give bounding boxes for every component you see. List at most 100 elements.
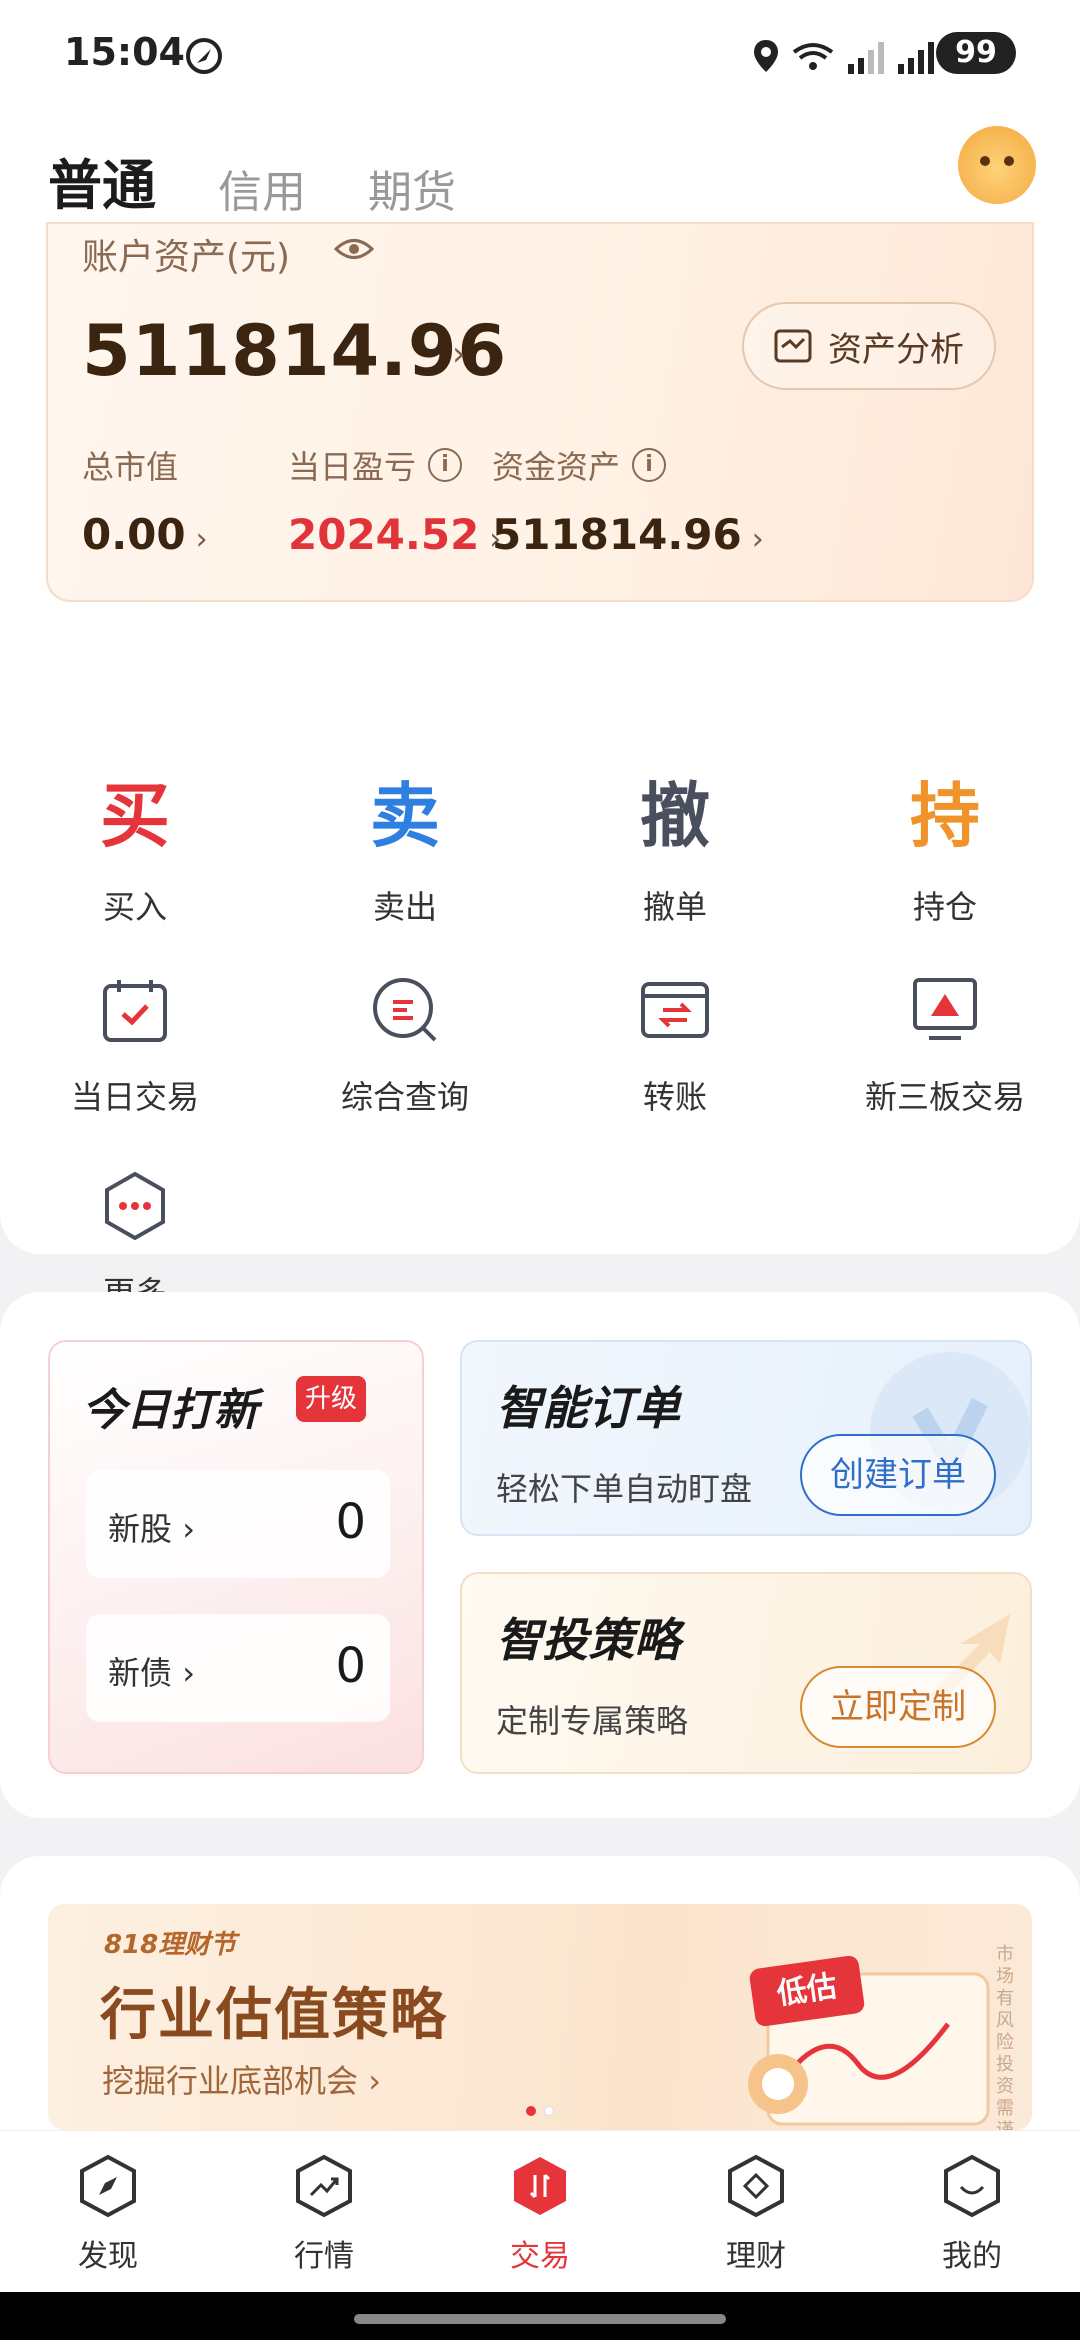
risk-note: 市场有风险 投资需谨慎 [996, 1944, 1014, 2130]
more-hexagon-icon [105, 1171, 165, 1241]
create-order-button[interactable]: 创建订单 [800, 1434, 996, 1516]
daily-trades-label: 当日交易 [70, 1078, 199, 1116]
asset-analysis-label: 资产分析 [828, 329, 964, 370]
metric-label: 资金资产 [492, 448, 621, 486]
new-stock-label: 新股 › [108, 1510, 195, 1548]
tab-futures[interactable]: 期货 [368, 156, 456, 220]
new-bond-row[interactable]: 新债 › 0 [86, 1614, 390, 1722]
wifi-icon [792, 43, 834, 70]
buy-button[interactable]: 买 买入 [0, 770, 270, 928]
query-button[interactable]: 综合查询 [270, 974, 540, 1118]
tab-normal[interactable]: 普通 [48, 141, 156, 220]
analysis-icon [774, 329, 812, 363]
nav-wealth[interactable]: 理财 [648, 2153, 864, 2275]
metric-value: 2024.52 [288, 510, 480, 559]
nav-discover[interactable]: 发现 [0, 2153, 216, 2275]
feature-cards-section: 今日打新 升级 新股 › 0 新债 › 0 智能订单 轻松下单自动盯盘 创建订单… [0, 1292, 1080, 1818]
banner-tag: 818理财节 [104, 1930, 237, 1960]
smart-order-card[interactable]: 智能订单 轻松下单自动盯盘 创建订单 [460, 1340, 1032, 1536]
holdings-icon: 持 [910, 775, 980, 857]
neeq-trade-label: 新三板交易 [864, 1078, 1025, 1116]
profile-icon [944, 2154, 1000, 2218]
upgrade-badge[interactable]: 升级 [296, 1376, 366, 1422]
transfer-label: 转账 [642, 1078, 707, 1116]
metric-daily-pnl[interactable]: 当日盈亏 i 2024.52 › [288, 442, 501, 559]
transfer-icon [641, 982, 709, 1038]
search-query-icon [373, 978, 437, 1042]
buy-label: 买入 [102, 888, 167, 926]
ipo-title: 今日打新 [82, 1385, 258, 1436]
buy-icon: 买 [100, 775, 170, 857]
metric-market-value[interactable]: 总市值 0.00 › [82, 442, 208, 559]
trade-icon [514, 2157, 566, 2215]
tab-credit[interactable]: 信用 [218, 156, 306, 220]
new-bond-count: 0 [335, 1638, 366, 1694]
query-label: 综合查询 [340, 1078, 469, 1116]
signal-5g-icon [848, 42, 884, 74]
metric-label: 当日盈亏 [288, 448, 417, 486]
asset-analysis-button[interactable]: 资产分析 [742, 302, 996, 390]
mascot-avatar-icon[interactable] [958, 126, 1036, 204]
new-stock-row[interactable]: 新股 › 0 [86, 1470, 390, 1578]
transfer-button[interactable]: 转账 [540, 974, 810, 1118]
nav-market[interactable]: 行情 [216, 2153, 432, 2275]
holdings-label: 持仓 [912, 888, 977, 926]
sell-icon: 卖 [370, 775, 440, 857]
smart-strategy-subtitle: 定制专属策略 [496, 1702, 689, 1740]
smart-order-title: 智能订单 [496, 1381, 680, 1435]
neeq-trade-button[interactable]: 新三板交易 [810, 974, 1080, 1118]
banner-title: 行业估值策略 [100, 1983, 448, 2048]
location-icon [754, 40, 778, 72]
total-asset-value[interactable]: 511814.96 [82, 310, 507, 392]
carousel-dot-active[interactable] [526, 2106, 536, 2116]
battery-indicator: 99 [936, 32, 1016, 74]
nav-trade-label: 交易 [510, 2239, 570, 2274]
calendar-check-icon [103, 980, 167, 1042]
account-tabs: 普通 信用 期货 [48, 130, 518, 220]
smart-order-subtitle: 轻松下单自动盯盘 [496, 1470, 753, 1508]
customize-now-button[interactable]: 立即定制 [800, 1666, 996, 1748]
metric-value: 0.00 [82, 510, 186, 559]
banner-section: 818理财节 行业估值策略 挖掘行业底部机会 › 低估 市场有风险 投资需谨慎 [0, 1856, 1080, 2156]
smart-strategy-title: 智投策略 [496, 1613, 680, 1667]
cancel-order-button[interactable]: 撤 撤单 [540, 770, 810, 928]
carousel-indicator [0, 2106, 1080, 2116]
wealth-icon [728, 2154, 784, 2218]
status-time: 15:04 [64, 30, 185, 74]
ipo-card[interactable]: 今日打新 升级 新股 › 0 新债 › 0 [48, 1340, 424, 1774]
new-bond-label: 新债 › [108, 1654, 195, 1692]
compass-icon [80, 2154, 136, 2218]
info-icon[interactable]: i [632, 448, 667, 482]
carousel-dot[interactable] [544, 2106, 554, 2116]
metric-cash-asset[interactable]: 资金资产 i 511814.96 › [492, 442, 764, 559]
metric-label: 总市值 [82, 448, 179, 486]
metric-value: 511814.96 [492, 510, 742, 559]
daily-trades-button[interactable]: 当日交易 [0, 974, 270, 1118]
nav-profile-label: 我的 [942, 2239, 1002, 2274]
asset-card: 账户资产(元) 511814.96 › 资产分析 总市值 0.00 › 当日盈亏 i… [46, 222, 1034, 602]
nav-profile[interactable]: 我的 [864, 2153, 1080, 2275]
new-stock-count: 0 [335, 1494, 366, 1550]
status-bar: 15:04 99 [0, 0, 1080, 110]
signal-5g-icon-2 [898, 42, 934, 74]
bottom-nav: 发现 行情 交易 理财 我的 [0, 2130, 1080, 2292]
holdings-button[interactable]: 持 持仓 [810, 770, 1080, 928]
home-indicator[interactable] [354, 2314, 726, 2324]
promo-banner[interactable]: 818理财节 行业估值策略 挖掘行业底部机会 › 低估 市场有风险 投资需谨慎 [48, 1904, 1032, 2130]
nav-wealth-label: 理财 [726, 2239, 786, 2274]
eye-icon[interactable] [334, 236, 374, 262]
chevron-right-icon: › [452, 334, 466, 374]
cancel-order-label: 撤单 [642, 888, 707, 926]
smart-strategy-card[interactable]: 智投策略 定制专属策略 立即定制 [460, 1572, 1032, 1774]
account-section: 普通 信用 期货 账户资产(元) 511814.96 › 资产分析 总市值 0.… [0, 110, 1080, 1312]
cancel-order-icon: 撤 [640, 775, 710, 857]
banner-subtitle: 挖掘行业底部机会 › [102, 2062, 381, 2100]
sell-button[interactable]: 卖 卖出 [270, 770, 540, 928]
nav-trade[interactable]: 交易 [432, 2153, 648, 2275]
nav-market-label: 行情 [294, 2239, 354, 2274]
info-icon[interactable]: i [428, 448, 463, 482]
sell-label: 卖出 [372, 888, 437, 926]
system-home-bar [0, 2292, 1080, 2340]
trend-icon [296, 2154, 352, 2218]
asset-label: 账户资产(元) [82, 237, 291, 278]
